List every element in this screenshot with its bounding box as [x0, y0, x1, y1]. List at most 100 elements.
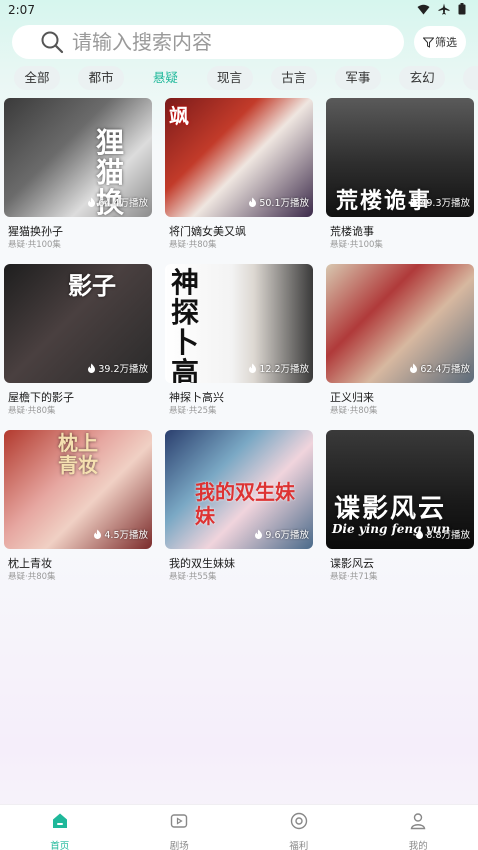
drama-meta: 悬疑·共25集	[169, 406, 217, 416]
drama-title[interactable]: 屋檐下的影子	[8, 389, 74, 405]
search-input[interactable]	[72, 30, 392, 54]
drama-title[interactable]: 荒楼诡事	[330, 223, 374, 239]
tab-category[interactable]: 悬疑	[142, 66, 188, 90]
bottom-nav: 首页 剧场 福利 我的	[0, 804, 478, 850]
drama-cover[interactable]: 枕上青妆 4.5万播放	[4, 430, 152, 549]
profile-icon	[408, 811, 428, 835]
tab-category[interactable]: 热	[463, 66, 478, 90]
play-count: 9.6万播放	[265, 530, 309, 541]
drama-card[interactable]: 我的双生妹妹 9.6万播放 我的双生妹妹 悬疑·共55集	[165, 430, 313, 588]
play-count: 50.1万播放	[259, 198, 309, 209]
play-count-badge: 49.3万播放	[409, 195, 470, 209]
cover-title-art: 飒	[169, 104, 189, 128]
drama-card[interactable]: 狸猫换孙64.4万播放猩猫换孙子悬疑·共100集	[4, 98, 152, 256]
cover-title-art: 神探卜高	[171, 266, 200, 384]
drama-cover[interactable]: 谍影风云 Die ying feng yun 8.8万播放	[326, 430, 474, 549]
play-count: 62.4万播放	[420, 364, 470, 375]
cover-title-art: 谍影风云	[334, 494, 447, 524]
fire-icon	[249, 197, 257, 207]
fire-icon	[88, 197, 96, 207]
drama-meta: 悬疑·共80集	[8, 572, 56, 582]
play-count-badge: 8.8万播放	[415, 527, 470, 541]
drama-cover[interactable]: 神探卜高 12.2万播放	[165, 264, 313, 383]
tab-category[interactable]: 现言	[206, 66, 253, 90]
drama-meta: 悬疑·共100集	[8, 240, 61, 250]
drama-card[interactable]: 影子 39.2万播放屋檐下的影子 悬疑·共80集	[4, 264, 152, 422]
play-count-badge: 4.5万播放	[93, 527, 148, 541]
nav-item-profile[interactable]: 我的	[359, 805, 478, 850]
drama-title[interactable]: 我的双生妹妹	[169, 555, 235, 571]
battery-icon	[458, 3, 466, 15]
home-icon	[50, 811, 70, 835]
cover-title-art: 影子	[68, 271, 116, 300]
tab-category[interactable]: 玄幻	[399, 66, 446, 90]
fire-icon	[416, 529, 424, 539]
airplane-icon	[438, 3, 450, 15]
play-count: 39.2万播放	[98, 364, 148, 375]
play-count-badge: 62.4万播放	[409, 361, 470, 375]
welfare-icon	[289, 811, 309, 835]
drama-title[interactable]: 猩猫换孙子	[8, 223, 63, 239]
drama-title[interactable]: 谍影风云	[330, 555, 374, 571]
play-count-badge: 39.2万播放	[87, 361, 148, 375]
drama-cover[interactable]: 狸猫换孙64.4万播放	[4, 98, 152, 217]
drama-card[interactable]: 谍影风云 Die ying feng yun 8.8万播放 谍影风云 悬疑·共71集	[326, 430, 474, 588]
filter-icon	[423, 37, 434, 48]
cover-title-art: 我的双生妹妹	[195, 480, 295, 528]
play-count: 12.2万播放	[259, 364, 309, 375]
drama-title[interactable]: 正义归来	[330, 389, 374, 405]
fire-icon	[255, 529, 263, 539]
nav-label: 首页	[50, 841, 70, 850]
nav-item-welfare[interactable]: 福利	[239, 805, 359, 850]
drama-meta: 悬疑·共80集	[169, 240, 217, 250]
drama-title[interactable]: 枕上青妆	[8, 555, 52, 571]
nav-item-home[interactable]: 首页	[0, 805, 120, 850]
drama-cover[interactable]: 62.4万播放	[326, 264, 474, 383]
play-count: 64.4万播放	[98, 198, 148, 209]
nav-label: 剧场	[169, 841, 189, 850]
drama-card[interactable]: 神探卜高 12.2万播放神探卜高兴 悬疑·共25集	[165, 264, 313, 422]
drama-card[interactable]: 枕上青妆 4.5万播放 枕上青妆 悬疑·共80集	[4, 430, 152, 588]
tab-category[interactable]: 全部	[14, 66, 60, 90]
drama-card[interactable]: 62.4万播放正义归来 悬疑·共80集	[326, 264, 474, 422]
filter-button[interactable]: 筛选	[414, 26, 466, 58]
drama-meta: 悬疑·共80集	[8, 406, 56, 416]
drama-cover[interactable]: 影子 39.2万播放	[4, 264, 152, 383]
fire-icon	[94, 529, 102, 539]
nav-label: 福利	[289, 841, 309, 850]
cover-title-art: 枕上青妆	[58, 431, 98, 477]
drama-title[interactable]: 将门嫡女美又飒	[169, 223, 246, 239]
drama-card[interactable]: 荒楼诡事 49.3万播放荒楼诡事 悬疑·共100集	[326, 98, 474, 256]
category-tabs: 全部都市悬疑现言古言军事玄幻热	[14, 66, 478, 90]
drama-cover[interactable]: 荒楼诡事 49.3万播放	[326, 98, 474, 217]
tab-category[interactable]: 古言	[270, 66, 317, 90]
theater-icon	[169, 811, 189, 835]
wifi-icon	[417, 4, 430, 14]
play-count: 8.8万播放	[426, 530, 470, 541]
drama-cover[interactable]: 飒 50.1万播放	[165, 98, 313, 217]
play-count: 4.5万播放	[104, 530, 148, 541]
tab-category[interactable]: 军事	[334, 66, 381, 90]
fire-icon	[410, 197, 418, 207]
drama-title[interactable]: 神探卜高兴	[169, 389, 224, 405]
nav-label: 我的	[408, 841, 428, 850]
play-count-badge: 9.6万播放	[254, 527, 309, 541]
drama-meta: 悬疑·共80集	[330, 406, 378, 416]
drama-meta: 悬疑·共100集	[330, 240, 383, 250]
drama-meta: 悬疑·共71集	[330, 572, 378, 582]
fire-icon	[88, 363, 96, 373]
nav-item-theater[interactable]: 剧场	[120, 805, 240, 850]
play-count-badge: 50.1万播放	[248, 195, 309, 209]
drama-card[interactable]: 飒 50.1万播放将门嫡女美又飒 悬疑·共80集	[165, 98, 313, 256]
drama-meta: 悬疑·共55集	[169, 572, 217, 582]
fire-icon	[249, 363, 257, 373]
play-count-badge: 12.2万播放	[248, 361, 309, 375]
filter-label: 筛选	[435, 36, 457, 49]
search-icon	[41, 31, 64, 54]
tab-category[interactable]: 都市	[78, 66, 125, 90]
play-count: 49.3万播放	[420, 198, 470, 209]
drama-cover[interactable]: 我的双生妹妹 9.6万播放	[165, 430, 313, 549]
search-box[interactable]	[12, 25, 404, 59]
play-count-badge: 64.4万播放	[87, 195, 148, 209]
status-time: 2:07	[8, 3, 35, 17]
